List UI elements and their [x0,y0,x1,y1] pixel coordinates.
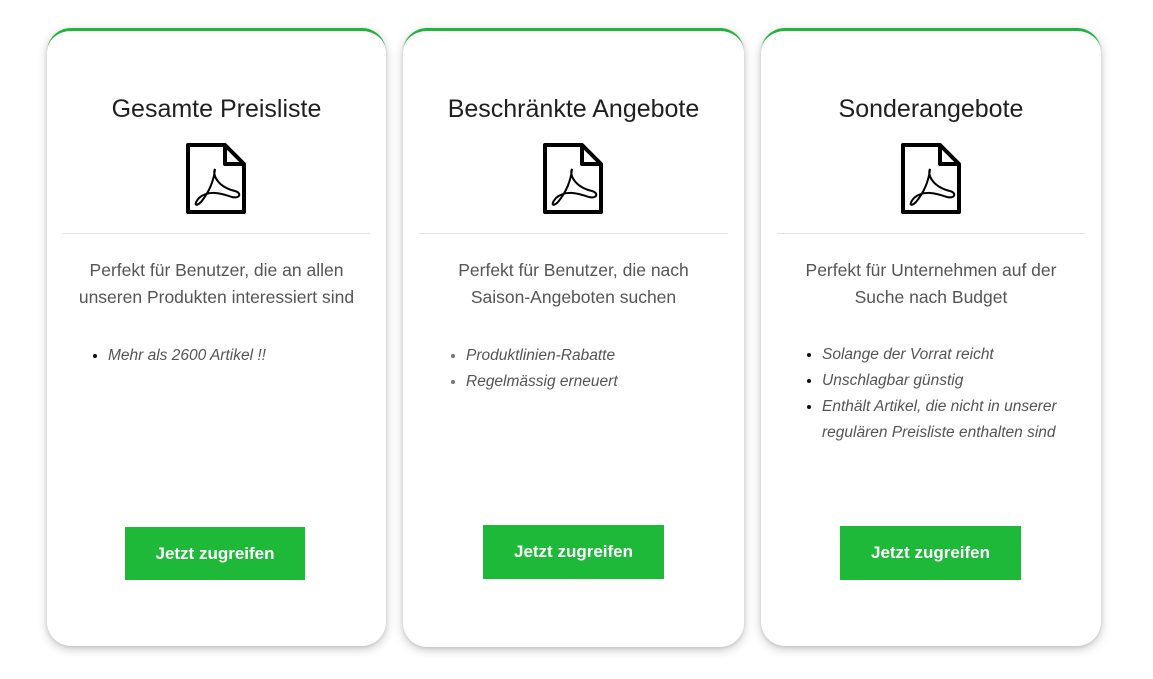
list-item: Unschlagbar günstig [822,368,1097,394]
list-item: Mehr als 2600 Artikel !! [108,343,378,369]
pdf-file-icon [901,143,961,214]
card-title: Beschränkte Angebote [447,95,700,123]
list-item: Regelmässig erneuert [466,369,726,395]
feature-list: Mehr als 2600 Artikel !! [88,343,378,369]
pdf-file-icon [543,143,603,214]
feature-list: Solange der Vorrat reicht Unschlagbar gü… [802,342,1097,446]
card-title: Sonderangebote [838,95,1024,123]
list-item: Solange der Vorrat reicht [822,342,1097,368]
list-item: Enthält Artikel, die nicht in unserer re… [822,394,1097,446]
card-description: Perfekt für Benutzer, die nach Saison-An… [458,260,689,307]
pdf-file-icon [186,143,246,214]
access-button[interactable]: Jetzt zugreifen [483,525,664,579]
card-description: Perfekt für Benutzer, die an allen unser… [78,260,355,307]
divider [419,233,728,234]
divider [63,233,370,234]
list-item: Produktlinien-Rabatte [466,343,726,369]
access-button[interactable]: Jetzt zugreifen [840,526,1021,580]
divider [777,233,1085,234]
access-button[interactable]: Jetzt zugreifen [125,527,305,580]
feature-list: Produktlinien-Rabatte Regelmässig erneue… [446,343,726,395]
card-title: Gesamte Preisliste [111,95,322,123]
card-description: Perfekt für Unternehmen auf der Suche na… [805,260,1057,307]
card-full-price-list: Gesamte Preisliste Perfekt für Benutzer,… [47,28,386,646]
card-special-offers: Sonderangebote Perfekt für Unternehmen a… [761,28,1101,646]
card-limited-offers: Beschränkte Angebote Perfekt für Benutze… [403,28,744,647]
